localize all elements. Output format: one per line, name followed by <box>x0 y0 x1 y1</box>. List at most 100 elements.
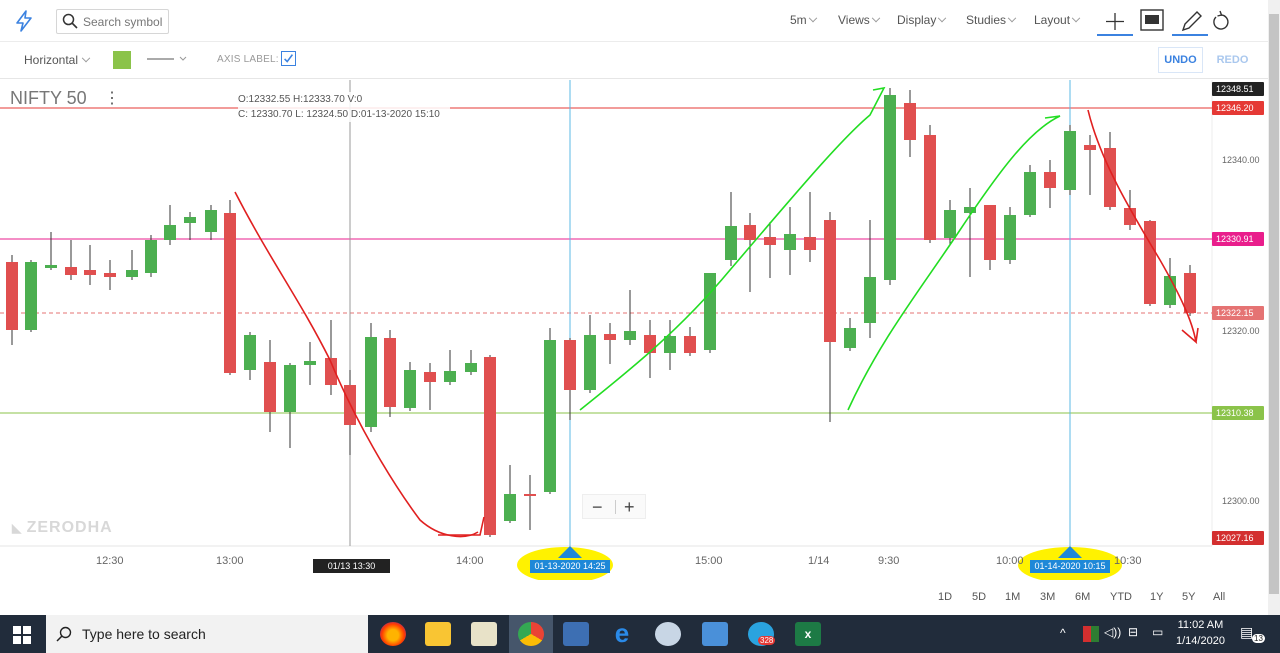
range-button-1d[interactable]: 1D <box>938 591 952 603</box>
symbol-search[interactable] <box>56 9 169 34</box>
bullish-candle[interactable] <box>1004 215 1016 260</box>
axis-label-checkbox[interactable] <box>281 51 296 66</box>
notepad-icon[interactable] <box>471 622 497 646</box>
bullish-candle[interactable] <box>284 365 296 412</box>
bolt-icon[interactable] <box>14 10 34 32</box>
bearish-candle[interactable] <box>1144 221 1156 304</box>
bullish-candle[interactable] <box>504 494 516 521</box>
action-center-icon[interactable]: ▤ 13 <box>1240 624 1265 644</box>
range-button-all[interactable]: All <box>1213 591 1225 603</box>
crosshair-tool-button[interactable] <box>1097 8 1133 36</box>
bullish-candle[interactable] <box>444 371 456 382</box>
layout-menu[interactable]: Layout <box>1034 13 1081 27</box>
bearish-candle[interactable] <box>904 103 916 140</box>
bearish-candle[interactable] <box>924 135 936 240</box>
paint-icon[interactable] <box>655 622 681 646</box>
bullish-candle[interactable] <box>126 270 138 277</box>
bullish-candle[interactable] <box>205 210 217 232</box>
volume-icon[interactable]: ◁)) <box>1104 625 1121 639</box>
bullish-candle[interactable] <box>244 335 256 370</box>
zoom-in-button[interactable]: + <box>624 495 635 519</box>
bearish-candle[interactable] <box>65 267 77 275</box>
scrollbar-thumb[interactable] <box>1269 14 1279 594</box>
firefox-icon[interactable] <box>380 622 406 646</box>
vertical-marker-label[interactable]: 01-14-2020 10:15 <box>1030 560 1110 573</box>
bearish-candle[interactable] <box>1084 145 1096 150</box>
bullish-candle[interactable] <box>884 95 896 280</box>
sketch-icon[interactable] <box>702 622 728 646</box>
chrome-icon[interactable] <box>518 622 544 646</box>
bullish-candle[interactable] <box>725 226 737 260</box>
bearish-candle[interactable] <box>804 237 816 250</box>
tray-app-icon[interactable] <box>1083 626 1099 642</box>
views-menu[interactable]: Views <box>838 13 881 27</box>
symbol-label[interactable]: NIFTY 50 ⋮ <box>10 88 120 112</box>
studies-menu[interactable]: Studies <box>966 13 1017 27</box>
file-explorer-icon[interactable] <box>425 622 451 646</box>
bearish-candle[interactable] <box>6 262 18 330</box>
comment-tool-button[interactable] <box>1139 8 1165 36</box>
draw-tool-button[interactable] <box>1172 8 1208 36</box>
bearish-candle[interactable] <box>764 237 776 245</box>
range-button-1m[interactable]: 1M <box>1005 591 1020 603</box>
bearish-candle[interactable] <box>424 372 436 382</box>
network-icon[interactable]: ⊟ <box>1128 625 1138 639</box>
interval-menu[interactable]: 5m <box>790 13 817 27</box>
bearish-candle[interactable] <box>684 336 696 353</box>
bearish-candle[interactable] <box>984 205 996 260</box>
bullish-candle[interactable] <box>365 337 377 427</box>
bullish-candle[interactable] <box>304 361 316 365</box>
bullish-candle[interactable] <box>404 370 416 408</box>
zoom-out-button[interactable]: − <box>592 495 603 519</box>
bullish-candle[interactable] <box>624 331 636 340</box>
tray-chevron-icon[interactable]: ^ <box>1060 626 1066 640</box>
bullish-candle[interactable] <box>164 225 176 240</box>
bearish-candle[interactable] <box>84 270 96 275</box>
bearish-candle[interactable] <box>744 225 756 240</box>
media-player-icon[interactable] <box>563 622 589 646</box>
range-button-1y[interactable]: 1Y <box>1150 591 1163 603</box>
bullish-candle[interactable] <box>544 340 556 492</box>
bearish-candle[interactable] <box>644 335 656 353</box>
bullish-candle[interactable] <box>1064 131 1076 190</box>
taskbar-search-box[interactable]: Type here to search <box>46 615 368 653</box>
bullish-candle[interactable] <box>1164 276 1176 305</box>
bullish-candle[interactable] <box>704 273 716 350</box>
bearish-candle[interactable] <box>104 273 116 277</box>
battery-icon[interactable]: ▭ <box>1152 625 1163 639</box>
bullish-candle[interactable] <box>944 210 956 238</box>
more-vertical-icon[interactable]: ⋮ <box>104 88 120 108</box>
system-clock[interactable]: 11:02 AM 1/14/2020 <box>1176 617 1225 649</box>
bearish-candle[interactable] <box>564 340 576 390</box>
range-button-ytd[interactable]: YTD <box>1110 591 1132 603</box>
search-input[interactable] <box>83 13 167 31</box>
bearish-candle[interactable] <box>1184 273 1196 313</box>
color-swatch[interactable] <box>113 51 131 69</box>
bearish-candle[interactable] <box>604 334 616 340</box>
bearish-candle[interactable] <box>824 220 836 342</box>
redo-button[interactable]: REDO <box>1210 47 1255 73</box>
range-button-3m[interactable]: 3M <box>1040 591 1055 603</box>
bullish-candle[interactable] <box>584 335 596 390</box>
bullish-candle[interactable] <box>784 234 796 250</box>
bearish-candle[interactable] <box>224 213 236 373</box>
display-menu[interactable]: Display <box>897 13 947 27</box>
undo-button[interactable]: UNDO <box>1158 47 1203 73</box>
excel-icon[interactable]: x <box>795 622 821 646</box>
range-button-5d[interactable]: 5D <box>972 591 986 603</box>
bullish-candle[interactable] <box>844 328 856 348</box>
bullish-candle[interactable] <box>465 363 477 372</box>
bullish-candle[interactable] <box>145 240 157 273</box>
vertical-marker-label[interactable]: 01-13-2020 14:25 <box>530 560 610 573</box>
bearish-candle[interactable] <box>264 362 276 412</box>
bearish-candle[interactable] <box>1044 172 1056 188</box>
line-type-select[interactable]: Horizontal <box>24 53 91 67</box>
line-style-select[interactable] <box>146 52 188 66</box>
range-button-6m[interactable]: 6M <box>1075 591 1090 603</box>
edge-icon[interactable]: e <box>609 620 635 646</box>
bullish-candle[interactable] <box>184 217 196 223</box>
telegram-icon[interactable]: 328 <box>748 622 776 646</box>
bearish-candle[interactable] <box>384 338 396 407</box>
bullish-candle[interactable] <box>45 265 57 268</box>
bullish-candle[interactable] <box>1024 172 1036 215</box>
